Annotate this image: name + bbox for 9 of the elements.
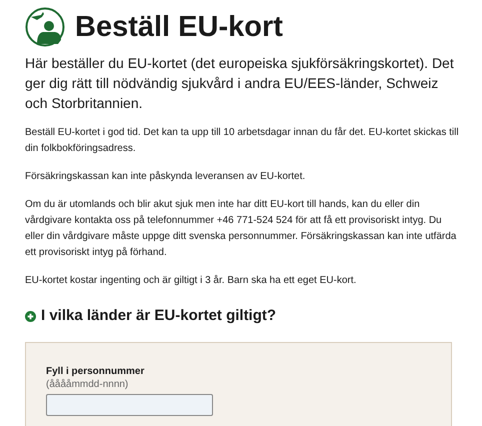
body-text: Om du är utomlands och blir akut sjuk men inte har ditt EU-kort till hands, kan du eller din vårdgivare kontakta oss på telefonnummer +46 771-524 524 för att få ett provisoriskt intyg. Du eller din vårdgivare måste uppge ditt svenska personnummer. Försäkringskassan kan inte utfärda ett provisoriskt intyg på förhand. (25, 198, 458, 260)
body-text: EU-kortet kostar ingenting och är giltigt i 3 år. Barn ska ha ett eget EU-kort. (25, 274, 358, 288)
body-text: Försäkringskassan kan inte påskynda leveransen av EU-kortet. (25, 170, 306, 184)
page-title: Beställ EU-kort (75, 12, 283, 42)
field-hint: (ååååmmdd-nnnn) (46, 378, 130, 390)
field-label: Fyll i personnummer (46, 364, 146, 378)
body-text: Beställ EU-kortet i god tid. Det kan ta upp till 10 arbetsdagar innan du får det. EU-kortet skickas till din folkbokföringsadress. (25, 126, 460, 156)
intro-text: Här beställer du EU-kortet (det europeiska sjukförsäkringskortet). Det ger dig rätt till nödvändig sjukvård i andra EU/EES-länder, Schweiz och Storbritannien. (25, 54, 455, 113)
accordion-toggle[interactable]: I vilka länder är EU-kortet giltigt? (25, 305, 276, 328)
